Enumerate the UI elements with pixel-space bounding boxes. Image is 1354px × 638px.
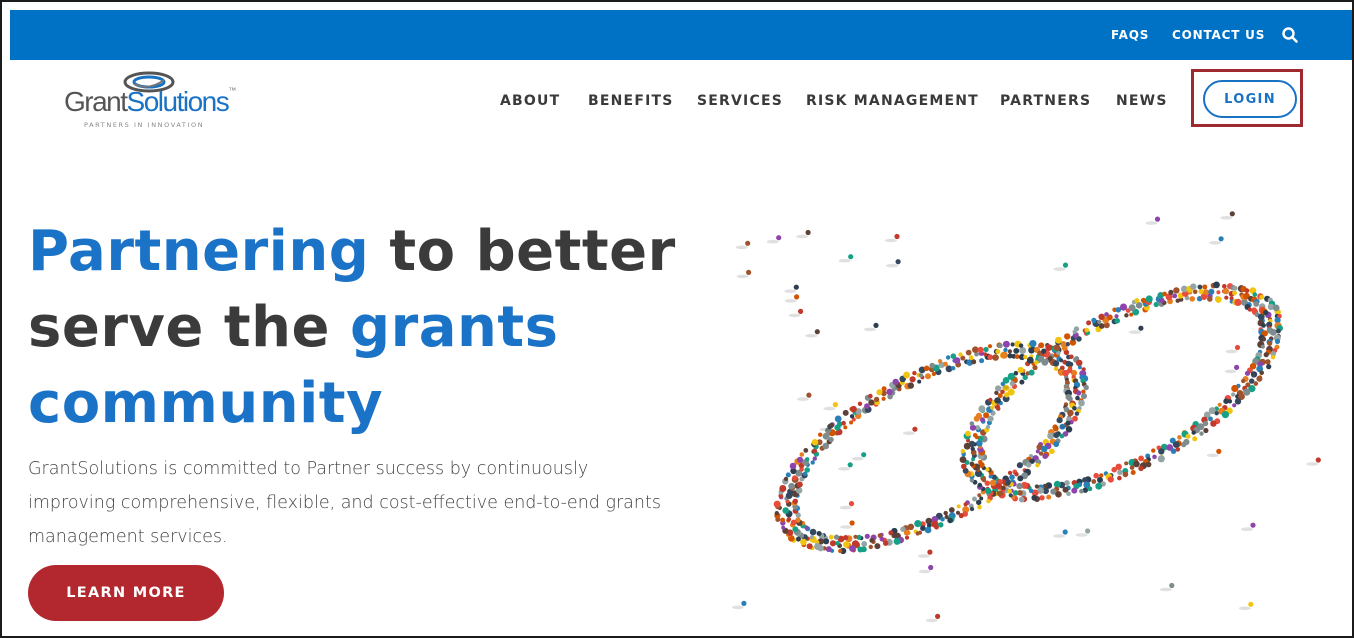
trademark-mark: ™ [228,86,237,95]
utility-bar: FAQS CONTACT US [10,10,1352,60]
nav-item-about[interactable]: ABOUT [500,93,560,109]
logo-wordmark: GrantSolutions™ [64,86,236,118]
learn-more-button[interactable]: LEARN MORE [28,565,224,621]
faqs-link[interactable]: FAQS [1111,28,1149,42]
hero-title: Partnering to better serve the grants co… [28,214,688,442]
nav-item-services[interactable]: SERVICES [697,93,783,109]
login-button[interactable]: LOGIN [1203,80,1297,118]
search-icon[interactable] [1281,26,1299,44]
nav-item-benefits[interactable]: BENEFITS [588,93,674,109]
hero-description: GrantSolutions is committed to Partner s… [28,459,661,547]
grantsolutions-logo[interactable]: GrantSolutions™ PARTNERS IN INNOVATION [64,66,244,136]
hero-title-highlight-1: Partnering [28,219,370,284]
logo-word-solutions: Solutions [126,86,230,117]
logo-word-grant: Grant [64,86,128,117]
nav-item-partners[interactable]: PARTNERS [1000,93,1091,109]
crowd-chain-link-image [731,211,1321,623]
nav-item-news[interactable]: NEWS [1116,93,1168,109]
crowd-people-dots [731,211,1321,623]
page-frame: FAQS CONTACT US GrantSolutions™ PARTNERS… [0,0,1354,638]
logo-tagline: PARTNERS IN INNOVATION [84,121,205,129]
contact-us-link[interactable]: CONTACT US [1172,28,1265,42]
nav-item-risk-management[interactable]: RISK MANAGEMENT [806,93,979,109]
